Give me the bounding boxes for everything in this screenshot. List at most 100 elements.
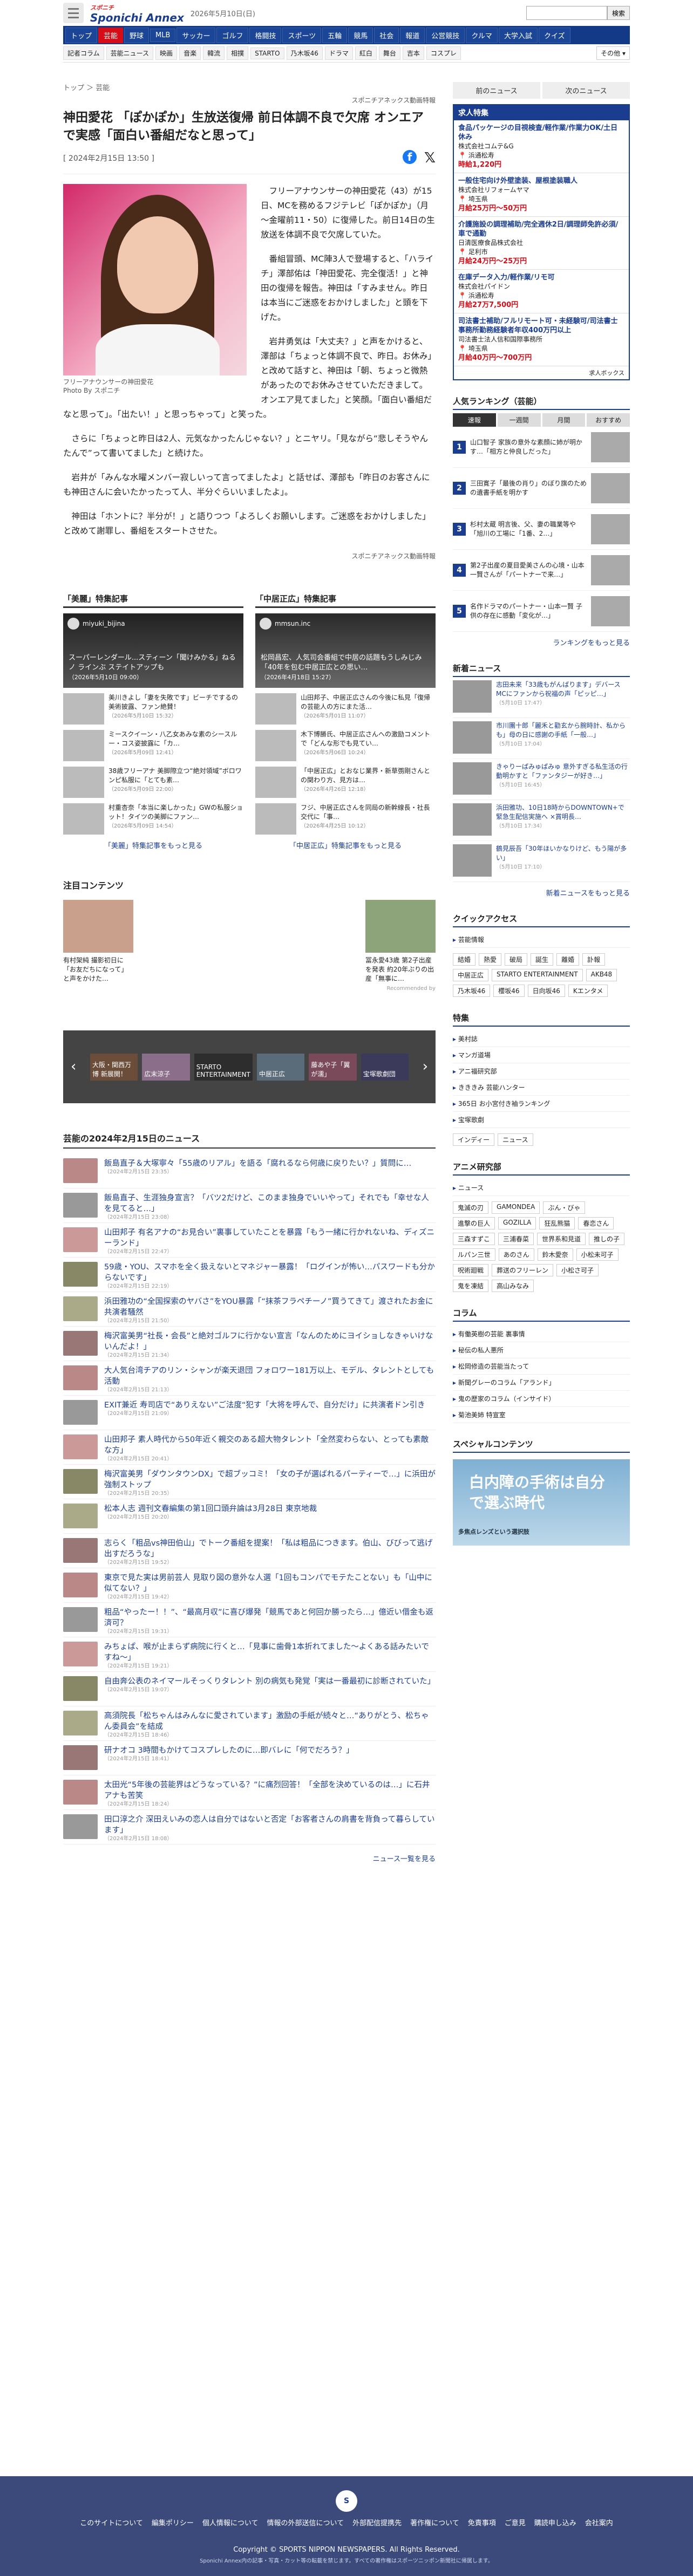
carousel-slide[interactable]: STARTO ENTERTAINMENT — [194, 1053, 253, 1081]
menu-icon[interactable] — [63, 3, 84, 23]
special-link[interactable]: マンガ道場 — [453, 1047, 630, 1063]
chevron-right-icon[interactable]: › — [423, 1058, 428, 1075]
prev-news-tab[interactable]: 前のニュース — [453, 82, 540, 99]
breadcrumb[interactable]: トップ ＞ 芸能 — [63, 82, 436, 92]
gnav-item[interactable]: 大学入試 — [498, 27, 538, 43]
attention-item[interactable]: 冨永愛43歳 第2子出産を発表 約20年ぶりの出産「無事に… — [365, 900, 436, 983]
anime-tag[interactable]: GAMONDEA — [492, 1201, 540, 1214]
subnav-item[interactable]: 芸能ニュース — [106, 46, 154, 60]
footer-link[interactable]: 著作権について — [410, 2517, 459, 2527]
subnav-item[interactable]: 相撲 — [227, 46, 249, 60]
latest-item[interactable]: 市川團十郎「麗禾と勸玄から腕時計、私からも」母の日に感謝の手紙「一般…」 （5月1… — [453, 718, 630, 759]
gnav-item[interactable]: MLB — [150, 28, 176, 42]
search-input[interactable] — [526, 6, 607, 20]
quick-tag[interactable]: 乃木坂46 — [453, 985, 491, 997]
ranking-item[interactable]: 1 山口智子 家族の意外な素顔に姉が明かす…「相方と仲良しだった」 — [453, 427, 630, 468]
footer-link[interactable]: 編集ポリシー — [152, 2517, 194, 2527]
special-link[interactable]: きききみ 芸能ハンター — [453, 1079, 630, 1096]
special-extra-tag[interactable]: インディー — [453, 1133, 495, 1146]
chevron-left-icon[interactable]: ‹ — [71, 1058, 76, 1075]
latest-more[interactable]: 新着ニュースをもっと見る — [453, 887, 630, 898]
ranking-item[interactable]: 5 名作ドラマのパートナー・山本一賢 子供の存在に感動「変化が…」 — [453, 591, 630, 632]
special-item[interactable]: 村重杏奈「本当に楽しかった」GWの私服ショット！タイツの美脚にファン… （2026… — [63, 803, 243, 835]
anime-tag[interactable]: 進撃の巨人 — [453, 1217, 495, 1229]
special-link[interactable]: 365日 お小宮付き袖ランキング — [453, 1096, 630, 1112]
gnav-item[interactable]: 社会 — [374, 27, 399, 43]
ranking-item[interactable]: 2 三田寛子「最後の肖り」のぼり旗のための遺書手紙を明かす — [453, 468, 630, 509]
video-credit[interactable]: スポニチアネックス動画特報 — [63, 95, 436, 105]
anime-tag[interactable]: 鈴木愛奈 — [537, 1248, 573, 1261]
gnav-item[interactable]: 野球 — [124, 27, 150, 43]
ranking-item[interactable]: 3 杉村太蔵 明言後、父、妻の職業等や「旭川の工場に「1番、2…」 — [453, 509, 630, 550]
latest-item[interactable]: 鶴見辰吾「30年ほいかなりけど、もう陽が多い」 （5月10日 17:10） — [453, 841, 630, 882]
news-item[interactable]: 研ナオコ 3時間もかけてコスプレしたのに…即バレに「何でだろう？」 （2024年2… — [63, 1741, 436, 1775]
special-left-header[interactable]: 「美麗」特集記事 — [63, 593, 243, 608]
carousel-slide[interactable]: 大阪・関西万博 新展開！ — [90, 1053, 138, 1081]
job-item[interactable]: 在庫データ入力/軽作業/リモ可 株式会社パイドン 📍 浜通松寿 月給27万7,500円 — [454, 270, 629, 313]
footer-logo-icon[interactable]: S — [336, 2490, 357, 2512]
gnav-item[interactable]: 芸能 — [98, 27, 124, 43]
news-item[interactable]: EXIT兼近 寿司店で“ありえない”ご法度“犯す「大将を呼んで、自分だけ」に共演… — [63, 1396, 436, 1430]
column-link[interactable]: 秘伝の私人悪所 — [453, 1342, 630, 1358]
next-news-tab[interactable]: 次のニュース — [542, 82, 630, 99]
job-item[interactable]: 司法書士補助/フルリモート可・未経験可/司法書士事務所勤務経験者年収400万円以… — [454, 313, 629, 366]
news-item[interactable]: 59歳・YOU、スマホを全く扱えないとマネジャー暴露！「ログインが怖い…パスワー… — [63, 1258, 436, 1292]
ranking-tab[interactable]: おすすめ — [587, 413, 630, 427]
subnav-more[interactable]: その他 ▾ — [596, 46, 630, 60]
footer-link[interactable]: 外部配信提携先 — [352, 2517, 402, 2527]
anime-tag[interactable]: ルパン三世 — [453, 1248, 495, 1261]
special-item[interactable]: ミースクイーン・八乙女あみな素のシースルー・コス姿披露に「カ… （2026年5月0… — [63, 730, 243, 761]
gnav-item[interactable]: ゴルフ — [216, 27, 249, 43]
x-icon[interactable]: 𝕏 — [424, 150, 436, 166]
news-item[interactable]: 梅沢富美男“社長・会長”と絶対ゴルフに行かない宣言「なんのためにヨイショしなきゃ… — [63, 1327, 436, 1361]
quick-tag[interactable]: 訃報 — [582, 953, 606, 966]
news-item[interactable]: 志らく「粗品vs神田伯山」でトーク番組を提案！「私は粗品につきます。伯山、びびっ… — [63, 1534, 436, 1568]
quick-tag[interactable]: STARTO ENTERTAINMENT — [492, 969, 583, 981]
facebook-icon[interactable]: f — [403, 150, 417, 164]
news-item[interactable]: 松本人志 週刊文春編集の第1回口頭弁論は3月28日 東京地裁 （2024年2月15… — [63, 1499, 436, 1534]
column-link[interactable]: 鬼の歴家のコラム（インサイド） — [453, 1391, 630, 1407]
special-right-header[interactable]: 「中居正広」特集記事 — [255, 593, 436, 608]
special-right-card[interactable]: mmsun.inc 松岡昌宏、人気司会番組で中居の話題もうしみじみ「40年を包む… — [255, 613, 436, 688]
subnav-item[interactable]: 韓流 — [203, 46, 225, 60]
news-item[interactable]: 田口淳之介 深田えいみの恋人は自分ではないと否定「お客者さんの肩書を背負って暮ら… — [63, 1810, 436, 1844]
anime-tag[interactable]: GOZILLA — [498, 1217, 536, 1229]
article-photo[interactable]: フリーアナウンサーの神田愛花 Photo By スポニチ — [63, 184, 247, 395]
news-item[interactable]: 東京で見た実は男前芸人 見取り図の意外な人選「1回もコンパでモテたことない」も「… — [63, 1568, 436, 1603]
gnav-item[interactable]: トップ — [65, 27, 98, 43]
news-item[interactable]: 飯島直子、生涯独身宣言？「バツ2だけど、このまま独身でいいやって」それでも「幸せ… — [63, 1188, 436, 1223]
daynews-more[interactable]: ニュース一覧を見る — [63, 1853, 436, 1863]
ranking-item[interactable]: 4 第2子出産の夏目愛美さんの心境・山本一賢さんが「パートナーで来…」 — [453, 550, 630, 591]
subnav-item[interactable]: 映画 — [155, 46, 178, 60]
anime-tag[interactable]: 世界系和見道 — [537, 1233, 586, 1245]
quick-tag[interactable]: AKB48 — [586, 969, 617, 981]
site-logo[interactable]: スポニチ Sponichi Annex — [90, 3, 184, 23]
quick-tag[interactable]: 櫻坂46 — [493, 985, 525, 997]
anime-tag[interactable]: 狂乱熊猫 — [539, 1217, 575, 1229]
gnav-item[interactable]: サッカー — [176, 27, 216, 43]
video-credit-bottom[interactable]: スポニチアネックス動画特報 — [63, 551, 436, 561]
footer-link[interactable]: 購読申し込み — [534, 2517, 576, 2527]
column-link[interactable]: 有働英樹の芸能 裏事情 — [453, 1326, 630, 1342]
column-link[interactable]: 菊池美姉 特宣室 — [453, 1407, 630, 1423]
anime-tag[interactable]: ぶん・びゃ — [543, 1201, 586, 1214]
news-item[interactable]: 山田邦子 素人時代から50年近く親交のある超大物タレント「全然変わらない、とって… — [63, 1430, 436, 1465]
special-item[interactable]: 木下博勝氏、中居正広さんへの激励コメントで「どんな形でも見てい… （2026年5月… — [255, 730, 436, 761]
news-item[interactable]: 梅沢富美男「ダウンタウンDX」で超ブッコミ！「女の子が選ばれるパーティーで…」に… — [63, 1465, 436, 1499]
gnav-item[interactable]: スポーツ — [282, 27, 322, 43]
column-link[interactable]: 新聞グレーのコラム「アランド」 — [453, 1375, 630, 1391]
anime-tag[interactable]: あのさん — [498, 1248, 534, 1261]
special-link[interactable]: 美村誌 — [453, 1031, 630, 1047]
special-item[interactable]: 「中居正広」とおなじ業界・新草彅剛さんとの関わり方、見方は… （2026年4月26… — [255, 767, 436, 798]
anime-tag[interactable]: 小松未可子 — [576, 1248, 619, 1261]
quick-tag[interactable]: 結婚 — [453, 953, 476, 966]
subnav-item[interactable]: 吉本 — [402, 46, 424, 60]
anime-tag[interactable]: 高山みなみ — [492, 1280, 534, 1292]
quick-tag[interactable]: Kエンタメ — [568, 985, 608, 997]
gnav-item[interactable]: 報道 — [400, 27, 425, 43]
special-link[interactable]: アニ福研究部 — [453, 1063, 630, 1079]
anime-tag[interactable]: 小松さ可子 — [556, 1264, 599, 1276]
quick-tag[interactable]: 中居正広 — [453, 969, 489, 981]
anime-tag[interactable]: 三森すずこ — [453, 1233, 495, 1245]
anime-tag[interactable]: 推しの子 — [589, 1233, 625, 1245]
